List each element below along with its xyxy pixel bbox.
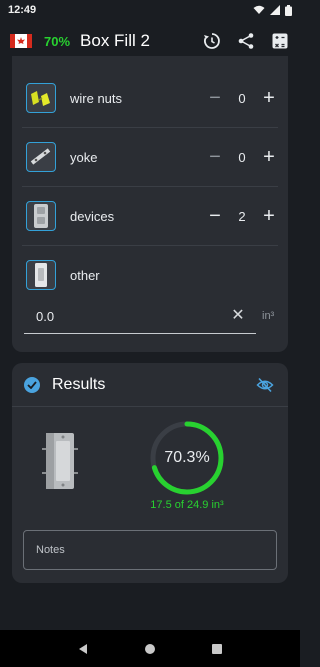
results-card: Results 70.3% 17.5 of 24.9 in³ Notes — [12, 363, 288, 583]
item-count: 2 — [238, 208, 246, 224]
calculator-icon[interactable] — [270, 31, 290, 51]
decrement-button[interactable]: − — [206, 147, 224, 167]
notes-field[interactable]: Notes — [23, 530, 277, 570]
item-label: yoke — [70, 149, 98, 165]
fill-summary: 17.5 of 24.9 in³ — [150, 499, 224, 511]
page-title: Box Fill 2 — [80, 31, 150, 50]
fill-percent-badge: 70% — [44, 33, 71, 49]
system-nav-bar — [0, 630, 300, 667]
results-title: Results — [52, 375, 106, 393]
divider — [22, 245, 278, 246]
recents-icon[interactable] — [211, 643, 223, 655]
share-icon[interactable] — [236, 31, 256, 51]
item-row-other: other — [12, 253, 288, 297]
battery-icon — [285, 4, 292, 16]
signal-icon — [270, 5, 280, 15]
volume-value: 0.0 — [36, 309, 55, 324]
quantity-stepper: − 2 + — [206, 206, 278, 226]
increment-button[interactable]: + — [260, 147, 278, 167]
increment-button[interactable]: + — [260, 206, 278, 226]
item-count: 0 — [238, 90, 246, 106]
volume-unit: in³ — [262, 310, 275, 322]
item-row-yoke: yoke − 0 + — [12, 135, 288, 179]
divider — [22, 127, 278, 128]
history-icon[interactable] — [202, 31, 222, 51]
quantity-stepper: − 0 + — [206, 147, 278, 167]
home-icon[interactable] — [144, 643, 156, 655]
divider — [22, 186, 278, 187]
fill-gauge: 70.3% — [148, 419, 226, 497]
wifi-icon — [253, 5, 265, 14]
increment-button[interactable]: + — [260, 88, 278, 108]
item-label: wire nuts — [70, 90, 123, 106]
decrement-button[interactable]: − — [206, 88, 224, 108]
app-actions — [202, 31, 290, 51]
gauge-percent: 70.3% — [164, 449, 210, 466]
wire-nut-icon — [26, 83, 56, 113]
results-header: Results — [12, 363, 288, 407]
yoke-icon — [26, 142, 56, 172]
item-label: other — [70, 267, 100, 283]
status-bar: 12:49 — [0, 0, 300, 20]
decrement-button[interactable]: − — [206, 206, 224, 226]
components-card: wire nuts − 0 + yoke − 0 + devices − 2 + — [12, 56, 288, 352]
status-icons — [253, 4, 292, 16]
other-volume-input[interactable]: 0.0 ✕ — [24, 300, 256, 334]
canada-flag-icon[interactable] — [10, 34, 32, 48]
item-count: 0 — [238, 149, 246, 165]
eye-off-icon[interactable] — [256, 376, 274, 394]
other-icon — [26, 260, 56, 290]
quantity-stepper: − 0 + — [206, 88, 278, 108]
device-icon — [26, 201, 56, 231]
other-volume-row: 0.0 ✕ in³ — [24, 300, 274, 336]
status-time: 12:49 — [8, 4, 37, 16]
back-icon[interactable] — [77, 643, 89, 655]
electrical-box-image — [42, 433, 78, 489]
check-circle-icon — [24, 376, 40, 393]
notes-placeholder: Notes — [36, 544, 65, 556]
item-row-wire-nuts: wire nuts − 0 + — [12, 76, 288, 120]
item-row-devices: devices − 2 + — [12, 194, 288, 238]
clear-icon[interactable]: ✕ — [230, 308, 246, 324]
item-label: devices — [70, 208, 115, 224]
